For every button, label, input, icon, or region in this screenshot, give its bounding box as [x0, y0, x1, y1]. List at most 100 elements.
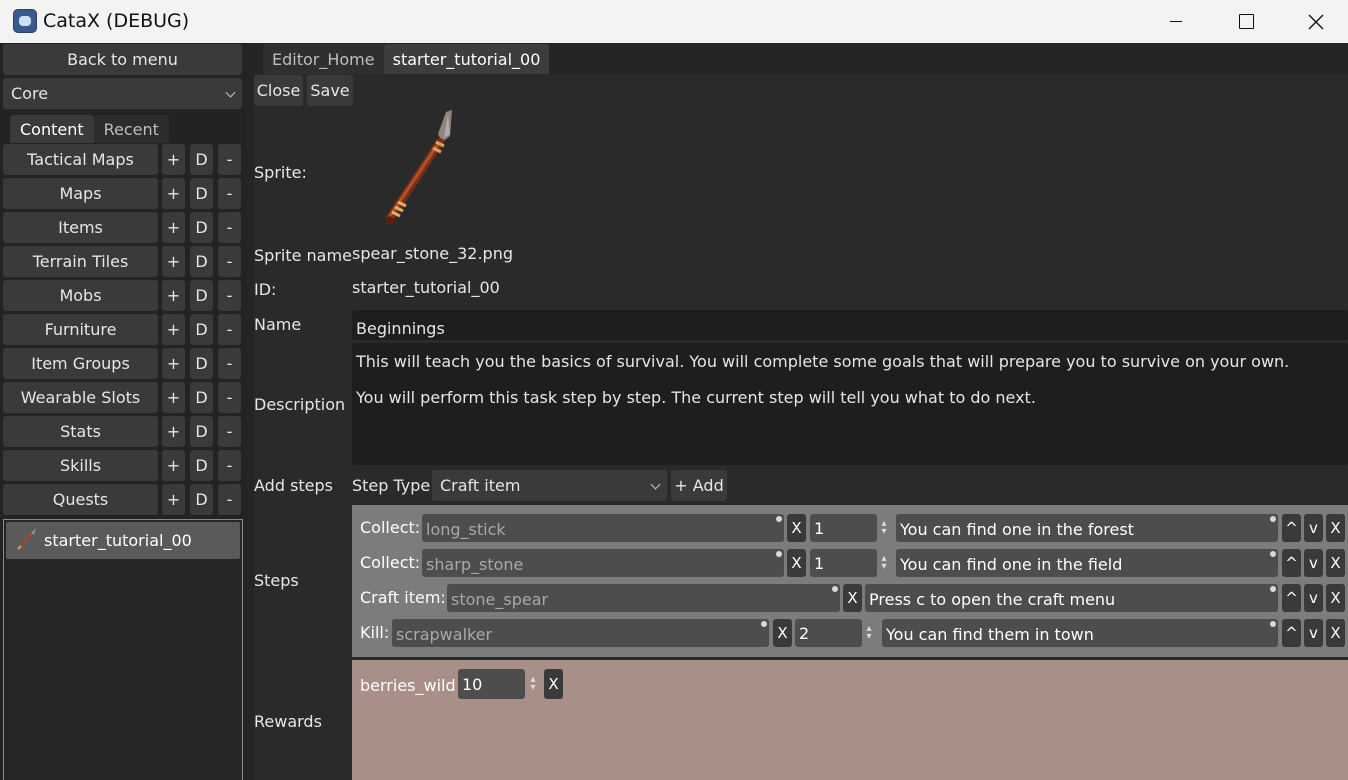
- add-button[interactable]: +: [162, 178, 185, 209]
- duplicate-button[interactable]: D: [190, 348, 213, 379]
- move-down-button[interactable]: v: [1304, 584, 1323, 612]
- add-button[interactable]: +: [162, 484, 185, 515]
- add-step-button[interactable]: + Add: [671, 470, 727, 501]
- delete-step-button[interactable]: X: [1326, 584, 1345, 612]
- mod-select[interactable]: Core: [3, 78, 242, 109]
- add-button[interactable]: +: [162, 348, 185, 379]
- duplicate-button[interactable]: D: [190, 144, 213, 175]
- category-maps-button[interactable]: Maps: [3, 178, 158, 209]
- name-field[interactable]: Beginnings: [352, 310, 1348, 340]
- close-button[interactable]: Close: [254, 75, 303, 106]
- add-button[interactable]: +: [162, 246, 185, 277]
- move-up-button[interactable]: ^: [1282, 549, 1301, 577]
- step-item-clear-button[interactable]: X: [843, 584, 862, 612]
- remove-button[interactable]: -: [218, 212, 241, 243]
- reward-count-input[interactable]: 10: [458, 669, 525, 699]
- duplicate-button[interactable]: D: [190, 382, 213, 413]
- remove-button[interactable]: -: [218, 348, 241, 379]
- tab-starter-tutorial[interactable]: starter_tutorial_00: [383, 44, 550, 74]
- step-count-input[interactable]: 2: [795, 619, 862, 647]
- resize-handle-icon: [761, 621, 767, 627]
- move-down-button[interactable]: v: [1304, 619, 1323, 647]
- duplicate-button[interactable]: D: [190, 246, 213, 277]
- tab-recent[interactable]: Recent: [93, 115, 169, 143]
- move-down-button[interactable]: v: [1304, 514, 1323, 542]
- step-type-text: Collect:: [360, 553, 421, 572]
- window-title: CataX (DEBUG): [43, 10, 190, 32]
- remove-button[interactable]: -: [218, 484, 241, 515]
- duplicate-button[interactable]: D: [190, 450, 213, 481]
- close-window-button[interactable]: [1282, 0, 1348, 43]
- delete-step-button[interactable]: X: [1326, 514, 1345, 542]
- category-terrain-tiles-button[interactable]: Terrain Tiles: [3, 246, 158, 277]
- move-up-button[interactable]: ^: [1282, 619, 1301, 647]
- delete-step-button[interactable]: X: [1326, 619, 1345, 647]
- back-to-menu-button[interactable]: Back to menu: [3, 44, 242, 75]
- add-button[interactable]: +: [162, 416, 185, 447]
- add-button[interactable]: +: [162, 382, 185, 413]
- step-type-select[interactable]: Craft item: [432, 470, 667, 501]
- remove-button[interactable]: -: [218, 450, 241, 481]
- remove-button[interactable]: -: [218, 246, 241, 277]
- spinner-icon[interactable]: ▴ ▾: [528, 675, 538, 693]
- category-item-groups-button[interactable]: Item Groups: [3, 348, 158, 379]
- save-button[interactable]: Save: [307, 75, 353, 106]
- category-stats-button[interactable]: Stats: [3, 416, 158, 447]
- category-items-button[interactable]: Items: [3, 212, 158, 243]
- step-count-input[interactable]: 1: [810, 514, 877, 542]
- remove-button[interactable]: -: [218, 144, 241, 175]
- duplicate-button[interactable]: D: [190, 212, 213, 243]
- remove-button[interactable]: -: [218, 314, 241, 345]
- remove-button[interactable]: -: [218, 416, 241, 447]
- description-field[interactable]: This will teach you the basics of surviv…: [352, 343, 1348, 465]
- step-item-input[interactable]: sharp_stone: [422, 549, 784, 577]
- add-button[interactable]: +: [162, 212, 185, 243]
- add-button[interactable]: +: [162, 314, 185, 345]
- move-up-button[interactable]: ^: [1282, 584, 1301, 612]
- duplicate-button[interactable]: D: [190, 314, 213, 345]
- duplicate-button[interactable]: D: [190, 280, 213, 311]
- remove-button[interactable]: -: [218, 382, 241, 413]
- step-item-input[interactable]: long_stick: [422, 514, 784, 542]
- tab-content[interactable]: Content: [10, 115, 94, 143]
- add-button[interactable]: +: [162, 280, 185, 311]
- step-hint-input[interactable]: Press c to open the craft menu: [865, 584, 1278, 612]
- step-item-input[interactable]: scrapwalker: [392, 619, 769, 647]
- step-hint-input[interactable]: You can find one in the field: [896, 549, 1278, 577]
- step-count-input[interactable]: 1: [810, 549, 877, 577]
- step-item-clear-button[interactable]: X: [773, 619, 792, 647]
- add-button[interactable]: +: [162, 450, 185, 481]
- spinner-icon[interactable]: ▴ ▾: [864, 624, 874, 642]
- list-item[interactable]: starter_tutorial_00: [6, 522, 240, 559]
- move-down-button[interactable]: v: [1304, 549, 1323, 577]
- category-quests-button[interactable]: Quests: [3, 484, 158, 515]
- step-item-clear-button[interactable]: X: [787, 514, 806, 542]
- close-icon: [1308, 14, 1324, 29]
- remove-button[interactable]: -: [218, 178, 241, 209]
- maximize-button[interactable]: [1212, 0, 1280, 43]
- step-hint-input[interactable]: You can find them in town: [882, 619, 1278, 647]
- remove-reward-button[interactable]: X: [544, 669, 563, 699]
- resize-handle-icon: [832, 586, 838, 592]
- duplicate-button[interactable]: D: [190, 416, 213, 447]
- spinner-icon[interactable]: ▴ ▾: [879, 554, 889, 572]
- move-up-button[interactable]: ^: [1282, 514, 1301, 542]
- spinner-icon[interactable]: ▴ ▾: [879, 519, 889, 537]
- duplicate-button[interactable]: D: [190, 178, 213, 209]
- sprite-image[interactable]: [366, 108, 462, 236]
- tab-editor-home[interactable]: Editor_Home: [263, 44, 384, 74]
- delete-step-button[interactable]: X: [1326, 549, 1345, 577]
- add-button[interactable]: +: [162, 144, 185, 175]
- category-row: Skills + D -: [3, 449, 242, 483]
- category-furniture-button[interactable]: Furniture: [3, 314, 158, 345]
- category-skills-button[interactable]: Skills: [3, 450, 158, 481]
- step-hint-input[interactable]: You can find one in the forest: [896, 514, 1278, 542]
- category-mobs-button[interactable]: Mobs: [3, 280, 158, 311]
- category-tactical-maps-button[interactable]: Tactical Maps: [3, 144, 158, 175]
- category-wearable-slots-button[interactable]: Wearable Slots: [3, 382, 158, 413]
- minimize-button[interactable]: [1142, 0, 1210, 43]
- step-item-input[interactable]: stone_spear: [447, 584, 840, 612]
- step-item-clear-button[interactable]: X: [787, 549, 806, 577]
- remove-button[interactable]: -: [218, 280, 241, 311]
- duplicate-button[interactable]: D: [190, 484, 213, 515]
